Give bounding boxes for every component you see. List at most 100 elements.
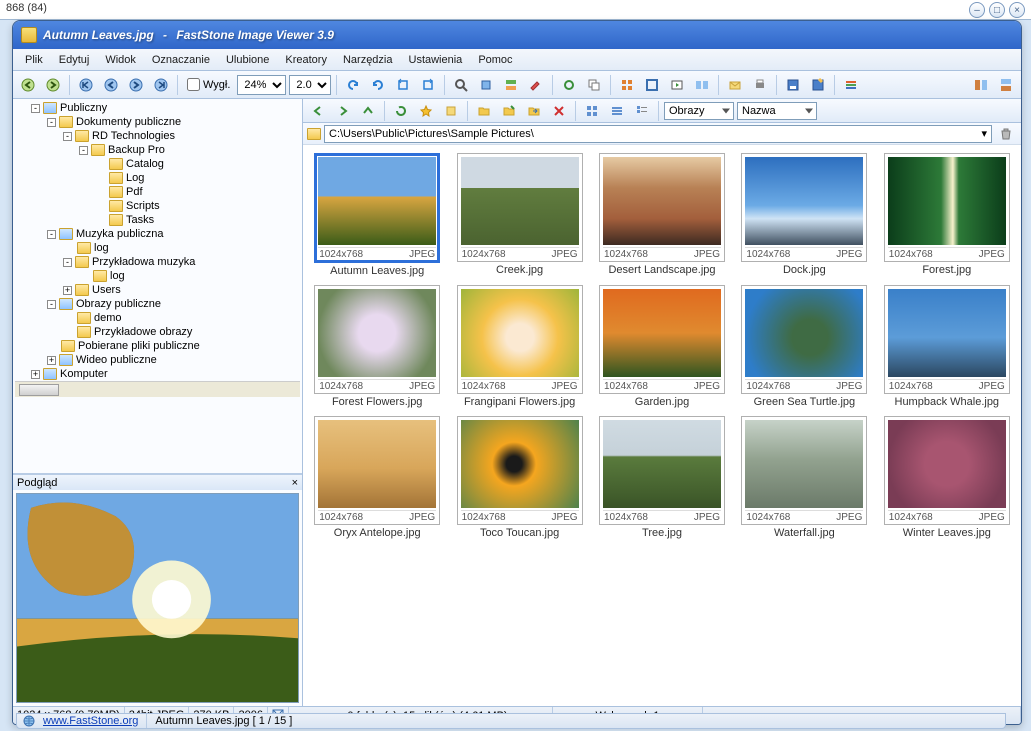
menu-pomoc[interactable]: Pomoc bbox=[470, 52, 520, 68]
expand-icon[interactable]: - bbox=[63, 132, 72, 141]
thumbnail[interactable]: 1024x768JPEGGarden.jpg bbox=[596, 285, 728, 408]
prev-icon[interactable] bbox=[100, 74, 122, 96]
menu-edytuj[interactable]: Edytuj bbox=[51, 52, 98, 68]
thumbnails-area[interactable]: 1024x768JPEGAutumn Leaves.jpg1024x768JPE… bbox=[303, 145, 1021, 706]
thumbnail[interactable]: 1024x768JPEGOryx Antelope.jpg bbox=[311, 416, 443, 539]
minimize-btn-outer[interactable]: – bbox=[969, 2, 985, 18]
titlebar[interactable]: Autumn Leaves.jpg - FastStone Image View… bbox=[13, 21, 1021, 49]
saveas-icon[interactable] bbox=[807, 74, 829, 96]
expand-icon[interactable]: + bbox=[63, 286, 72, 295]
menu-oznaczanie[interactable]: Oznaczanie bbox=[144, 52, 218, 68]
fullscreen-icon[interactable] bbox=[641, 74, 663, 96]
settings-icon[interactable] bbox=[840, 74, 862, 96]
thumbnail[interactable]: 1024x768JPEGAutumn Leaves.jpg bbox=[311, 153, 443, 277]
delete-icon[interactable] bbox=[548, 100, 570, 122]
paint-icon[interactable] bbox=[525, 74, 547, 96]
menu-ulubione[interactable]: Ulubione bbox=[218, 52, 277, 68]
menu-kreatory[interactable]: Kreatory bbox=[277, 52, 335, 68]
clone-icon[interactable] bbox=[583, 74, 605, 96]
tree-node[interactable]: Pobierane pliki publiczne bbox=[45, 340, 300, 352]
crop-icon[interactable] bbox=[475, 74, 497, 96]
copy-to-icon[interactable] bbox=[498, 100, 520, 122]
tree-node[interactable]: -Backup Pro bbox=[77, 144, 300, 156]
expand-icon[interactable]: - bbox=[31, 104, 40, 113]
tree-node[interactable]: Catalog bbox=[93, 158, 300, 170]
trash-icon[interactable] bbox=[995, 123, 1017, 145]
tree-node[interactable]: Scripts bbox=[93, 200, 300, 212]
expand-icon[interactable]: + bbox=[47, 356, 56, 365]
close-btn-outer[interactable]: × bbox=[1009, 2, 1025, 18]
thumbnail[interactable]: 1024x768JPEGWinter Leaves.jpg bbox=[881, 416, 1013, 539]
tree-node[interactable]: -Publiczny bbox=[29, 102, 300, 114]
filter-combo[interactable]: Obrazy bbox=[664, 102, 734, 120]
nav-back-icon[interactable] bbox=[17, 74, 39, 96]
thumbnail[interactable]: 1024x768JPEGFrangipani Flowers.jpg bbox=[453, 285, 585, 408]
edit-icon[interactable] bbox=[500, 74, 522, 96]
expand-icon[interactable]: + bbox=[31, 370, 40, 379]
thumbnail[interactable]: 1024x768JPEGDesert Landscape.jpg bbox=[596, 153, 728, 277]
website-link[interactable]: www.FastStone.org bbox=[43, 715, 138, 727]
refresh-icon[interactable] bbox=[558, 74, 580, 96]
menu-plik[interactable]: Plik bbox=[17, 52, 51, 68]
next-icon[interactable] bbox=[125, 74, 147, 96]
tree-node[interactable]: -Przykładowa muzyka bbox=[61, 256, 300, 268]
go-back-icon[interactable] bbox=[307, 100, 329, 122]
tree-node[interactable]: +Users bbox=[61, 284, 300, 296]
folder-tree[interactable]: -Publiczny-Dokumenty publiczne-RD Techno… bbox=[13, 99, 302, 474]
view-thumbs-icon[interactable] bbox=[581, 100, 603, 122]
tree-hscroll[interactable] bbox=[15, 381, 300, 397]
thumb-grid-icon[interactable] bbox=[616, 74, 638, 96]
thumbnail[interactable]: 1024x768JPEGToco Toucan.jpg bbox=[453, 416, 585, 539]
move-to-icon[interactable] bbox=[523, 100, 545, 122]
preview-box[interactable] bbox=[16, 493, 299, 703]
magnify-icon[interactable] bbox=[450, 74, 472, 96]
maximize-btn-outer[interactable]: □ bbox=[989, 2, 1005, 18]
tree-node[interactable]: demo bbox=[61, 312, 300, 324]
expand-icon[interactable]: - bbox=[79, 146, 88, 155]
expand-icon[interactable]: - bbox=[47, 230, 56, 239]
thumbnail[interactable]: 1024x768JPEGTree.jpg bbox=[596, 416, 728, 539]
sort-combo[interactable]: Nazwa bbox=[737, 102, 817, 120]
tree-node[interactable]: -Dokumenty publiczne bbox=[45, 116, 300, 128]
thumbnail[interactable]: 1024x768JPEGForest Flowers.jpg bbox=[311, 285, 443, 408]
expand-icon[interactable]: - bbox=[47, 300, 56, 309]
preview-close-icon[interactable]: × bbox=[292, 477, 298, 489]
go-fwd-icon[interactable] bbox=[332, 100, 354, 122]
tree-node[interactable]: log bbox=[61, 242, 300, 254]
expand-icon[interactable]: - bbox=[47, 118, 56, 127]
tree-node[interactable]: Pdf bbox=[93, 186, 300, 198]
print-icon[interactable] bbox=[749, 74, 771, 96]
undo-icon[interactable] bbox=[342, 74, 364, 96]
view-details-icon[interactable] bbox=[631, 100, 653, 122]
tree-node[interactable]: +Wideo publiczne bbox=[45, 354, 300, 366]
skip-fwd-icon[interactable] bbox=[150, 74, 172, 96]
path-input[interactable]: C:\Users\Public\Pictures\Sample Pictures… bbox=[324, 125, 992, 143]
zoom-select[interactable]: 24% bbox=[237, 75, 286, 95]
redo-icon[interactable] bbox=[367, 74, 389, 96]
thumbnail[interactable]: 1024x768JPEGHumpback Whale.jpg bbox=[881, 285, 1013, 408]
view-smooth-toggle[interactable]: Wygł. bbox=[187, 78, 230, 91]
thumbnail[interactable]: 1024x768JPEGGreen Sea Turtle.jpg bbox=[738, 285, 870, 408]
reload-icon[interactable] bbox=[390, 100, 412, 122]
tree-node[interactable]: Przykładowe obrazy bbox=[61, 326, 300, 338]
nav-fwd-icon[interactable] bbox=[42, 74, 64, 96]
expand-icon[interactable]: - bbox=[63, 258, 72, 267]
tree-node[interactable]: log bbox=[77, 270, 300, 282]
zoom-alt-select[interactable]: 2.0 bbox=[289, 75, 331, 95]
view-list-icon[interactable] bbox=[606, 100, 628, 122]
tree-node[interactable]: Log bbox=[93, 172, 300, 184]
history-icon[interactable] bbox=[440, 100, 462, 122]
favorite-icon[interactable] bbox=[415, 100, 437, 122]
menu-widok[interactable]: Widok bbox=[97, 52, 144, 68]
menu-ustawienia[interactable]: Ustawienia bbox=[401, 52, 471, 68]
tree-node[interactable]: -Muzyka publiczna bbox=[45, 228, 300, 240]
slideshow-icon[interactable] bbox=[666, 74, 688, 96]
open-folder-icon[interactable] bbox=[473, 100, 495, 122]
thumbnail[interactable]: 1024x768JPEGForest.jpg bbox=[881, 153, 1013, 277]
save-icon[interactable] bbox=[782, 74, 804, 96]
rotate-right-icon[interactable] bbox=[417, 74, 439, 96]
view-smooth-checkbox[interactable] bbox=[187, 78, 200, 91]
skip-back-icon[interactable] bbox=[75, 74, 97, 96]
menu-narzędzia[interactable]: Narzędzia bbox=[335, 52, 401, 68]
switch-view-2-icon[interactable] bbox=[995, 74, 1017, 96]
